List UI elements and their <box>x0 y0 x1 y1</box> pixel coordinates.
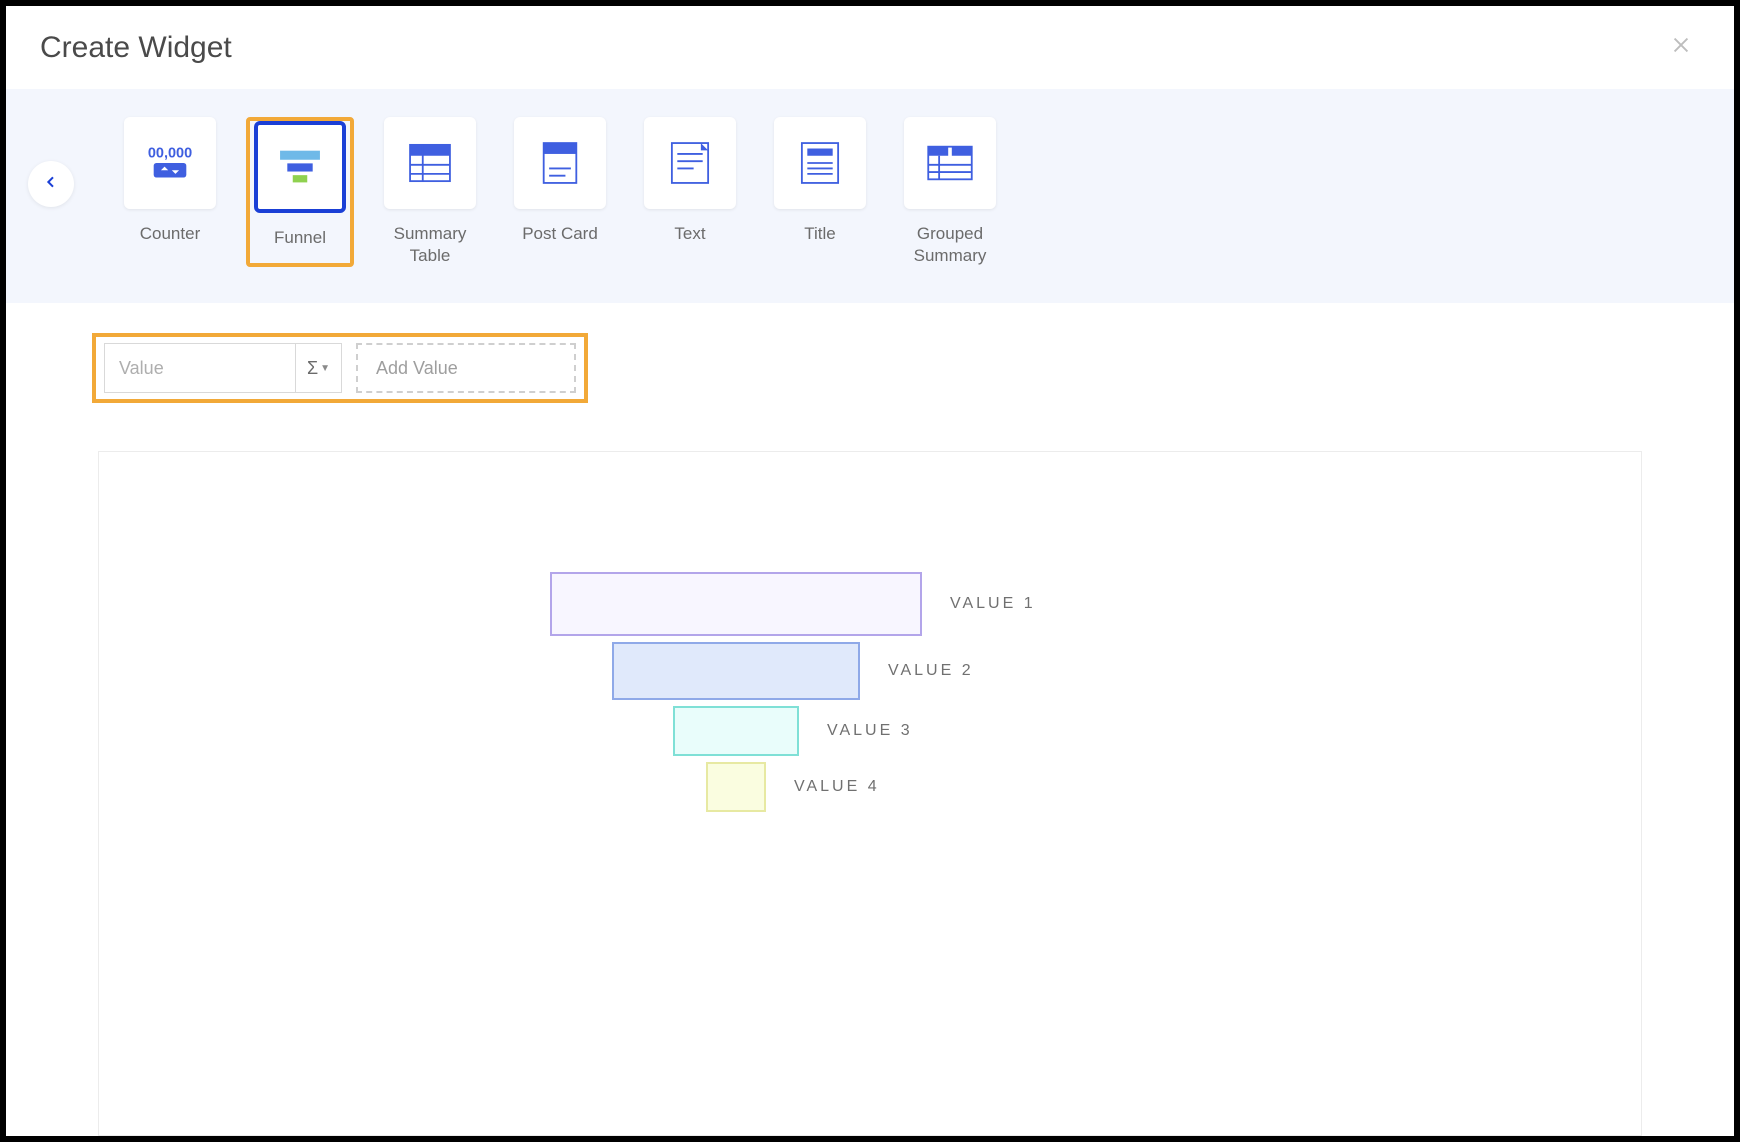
widget-option-post-card[interactable]: Post Card <box>506 117 614 267</box>
grouped-summary-icon <box>904 117 996 209</box>
title-icon <box>774 117 866 209</box>
widget-label: Text <box>674 223 705 245</box>
funnel-label: VALUE 1 <box>950 595 1090 613</box>
widget-label: Grouped Summary <box>896 223 1004 267</box>
modal-title: Create Widget <box>40 31 232 65</box>
widget-option-grouped-summary[interactable]: Grouped Summary <box>896 117 1004 267</box>
widget-option-counter[interactable]: 00,000 Counter <box>116 117 224 267</box>
value-input[interactable] <box>105 344 295 392</box>
summary-table-icon <box>384 117 476 209</box>
widget-label: Post Card <box>522 223 598 245</box>
widget-label: Summary Table <box>376 223 484 267</box>
svg-text:00,000: 00,000 <box>148 146 192 162</box>
funnel-bar-2 <box>612 642 860 700</box>
widget-option-title[interactable]: Title <box>766 117 874 267</box>
widget-options: 00,000 Counter Funnel <box>116 117 1004 267</box>
close-icon <box>1670 32 1692 62</box>
widget-label: Funnel <box>274 227 326 249</box>
add-value-label: Add Value <box>376 358 458 379</box>
funnel-label: VALUE 4 <box>794 778 934 796</box>
chevron-left-icon <box>43 174 59 195</box>
counter-icon: 00,000 <box>124 117 216 209</box>
funnel-label: VALUE 3 <box>827 722 967 740</box>
widget-label: Title <box>804 223 836 245</box>
close-button[interactable] <box>1662 28 1700 67</box>
widget-option-funnel[interactable]: Funnel <box>246 117 354 267</box>
widget-label: Counter <box>140 223 200 245</box>
funnel-row: VALUE 1 <box>550 572 1090 636</box>
caret-down-icon: ▼ <box>320 363 330 374</box>
prev-button[interactable] <box>28 161 74 207</box>
modal-frame: Create Widget 00,000 <box>0 0 1740 1142</box>
text-icon <box>644 117 736 209</box>
sigma-icon: Σ <box>307 358 318 379</box>
funnel-preview: VALUE 1 VALUE 2 VALUE 3 VALUE 4 <box>0 572 1641 812</box>
funnel-row: VALUE 2 <box>612 642 1028 700</box>
value-field-group: Σ ▼ <box>104 343 342 393</box>
widget-preview-panel: VALUE 1 VALUE 2 VALUE 3 VALUE 4 <box>98 451 1642 1136</box>
aggregation-dropdown[interactable]: Σ ▼ <box>295 344 341 392</box>
funnel-label: VALUE 2 <box>888 662 1028 680</box>
widget-type-strip: 00,000 Counter Funnel <box>6 89 1734 303</box>
funnel-bar-4 <box>706 762 766 812</box>
widget-option-summary-table[interactable]: Summary Table <box>376 117 484 267</box>
value-config-row: Σ ▼ Add Value <box>92 333 588 403</box>
widget-option-text[interactable]: Text <box>636 117 744 267</box>
post-card-icon <box>514 117 606 209</box>
funnel-bar-3 <box>673 706 799 756</box>
add-value-button[interactable]: Add Value <box>356 343 576 393</box>
funnel-row: VALUE 4 <box>706 762 934 812</box>
funnel-icon <box>254 121 346 213</box>
funnel-row: VALUE 3 <box>673 706 967 756</box>
modal-header: Create Widget <box>6 6 1734 89</box>
funnel-bar-1 <box>550 572 922 636</box>
